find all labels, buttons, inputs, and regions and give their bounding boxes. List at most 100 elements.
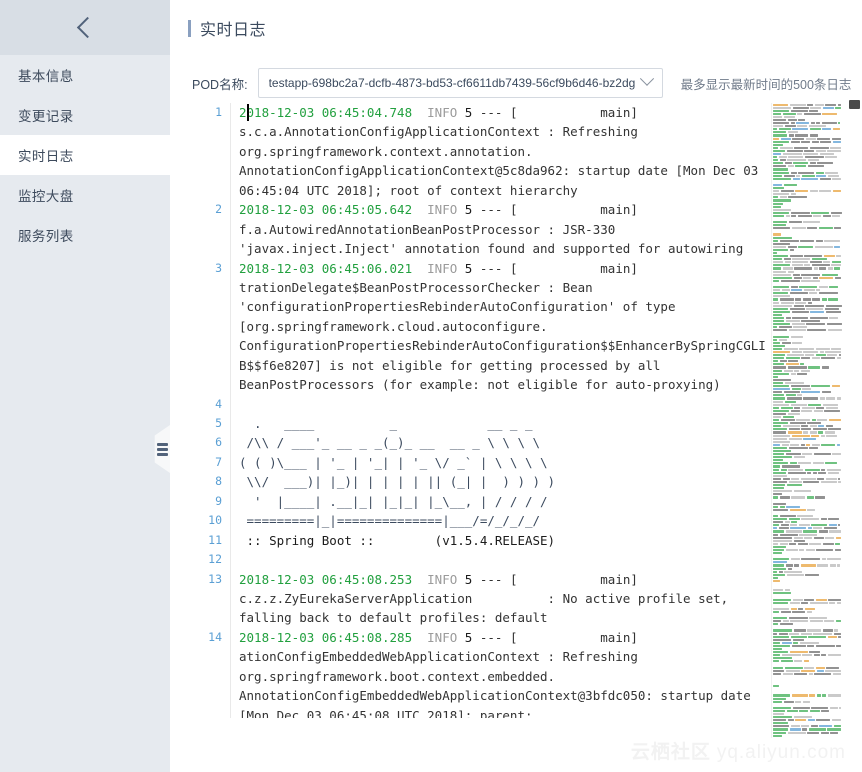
minimap-token <box>794 369 799 372</box>
line-number <box>192 608 222 627</box>
log-editor[interactable]: 1 2 3 4 5 6 7 8 9 10 11 12 13 14 2018-12-03 06:45… <box>192 103 862 718</box>
minimap-token <box>785 564 793 567</box>
minimap-token <box>783 183 797 187</box>
minimap-token <box>809 542 821 545</box>
minimap-token <box>787 719 794 722</box>
minimap-token <box>783 347 798 350</box>
log-line: ' |____| .__|_| |_|_| |_\__, | / / / / <box>239 493 548 509</box>
log-line: B$$f6e8207] is not eligible for getting … <box>239 357 661 373</box>
scrollbar-thumb[interactable] <box>849 100 860 109</box>
minimap-token <box>773 335 789 338</box>
minimap-token <box>838 477 840 480</box>
line-number <box>192 142 222 161</box>
sidebar-item-monitoring-dashboard[interactable]: 监控大盘 <box>0 175 170 215</box>
minimap-token <box>802 453 812 456</box>
minimap-token <box>773 431 786 434</box>
minimap-token <box>786 505 800 508</box>
minimap-token <box>793 716 812 719</box>
minimap-token <box>834 267 840 270</box>
minimap-token <box>821 122 837 125</box>
minimap-token <box>800 369 810 372</box>
minimap-token <box>773 484 785 487</box>
minimap-token <box>832 672 841 675</box>
minimap-token <box>788 221 802 224</box>
minimap-token <box>773 125 783 128</box>
minimap-token <box>824 620 834 623</box>
line-number: 11 <box>208 532 222 547</box>
minimap-token <box>829 601 835 604</box>
minimap-token <box>829 286 838 289</box>
sidebar-item-realtime-logs[interactable]: 实时日志 <box>0 135 170 175</box>
minimap-token <box>773 320 784 323</box>
minimap-token <box>831 385 840 388</box>
minimap-token <box>807 719 815 722</box>
minimap-token <box>827 354 837 357</box>
minimap-token <box>813 409 823 412</box>
text-cursor <box>247 104 249 121</box>
minimap-token <box>773 716 792 719</box>
sidebar-item-service-list[interactable]: 服务列表 <box>0 215 170 255</box>
minimap-token <box>816 122 820 125</box>
minimap-token <box>788 156 803 159</box>
minimap-token <box>790 607 797 610</box>
minimap-token <box>792 177 800 180</box>
minimap-token <box>809 601 828 604</box>
minimap-token <box>824 409 840 412</box>
log-line: AnnotationConfigEmbeddedWebApplicationCo… <box>239 688 751 704</box>
title-accent-bar <box>188 19 191 37</box>
minimap-token <box>773 286 789 289</box>
minimap-token <box>773 453 784 456</box>
minimap-token <box>819 177 831 180</box>
minimap-token <box>782 153 802 156</box>
minimap-token <box>838 354 841 357</box>
minimap-token <box>823 255 835 258</box>
minimap-token <box>799 533 817 536</box>
pod-select[interactable]: testapp-698bc2a7-dcfb-4873-bd53-cf6611db… <box>257 68 663 98</box>
minimap-token <box>773 530 784 533</box>
minimap-token <box>773 505 778 508</box>
minimap-token <box>784 400 796 403</box>
line-number: 7 <box>215 454 222 469</box>
line-number: 5 <box>215 416 222 430</box>
minimap-token <box>809 109 818 112</box>
minimap-token <box>773 471 786 474</box>
minimap-token <box>791 477 799 480</box>
minimap-token <box>794 146 808 149</box>
minimap-token <box>803 530 817 533</box>
minimap-token <box>773 208 791 211</box>
minimap-token <box>814 245 833 248</box>
minimap-token <box>790 109 808 112</box>
line-number <box>192 647 222 666</box>
line-number: 1 <box>215 105 222 119</box>
minimap-token <box>780 406 793 409</box>
minimap-token <box>773 403 789 406</box>
minimap-token <box>790 443 799 446</box>
sidebar-item-basic-info[interactable]: 基本信息 <box>0 55 170 95</box>
minimap-token <box>773 307 788 310</box>
minimap-token <box>820 140 831 143</box>
minimap-token <box>828 419 841 422</box>
code-minimap[interactable] <box>771 103 848 738</box>
minimap-token <box>801 320 820 323</box>
log-code-area[interactable]: 2018-12-03 06:45:04.748 INFO 5 --- [ mai… <box>230 103 862 718</box>
log-level: INFO <box>427 105 458 120</box>
sidebar-item-label: 服务列表 <box>18 229 74 244</box>
minimap-token <box>835 542 840 545</box>
minimap-token <box>809 134 818 137</box>
panel-resize-handle[interactable] <box>154 425 170 473</box>
minimap-token <box>812 298 820 301</box>
log-line: ConfigurationPropertiesRebinderAutoConfi… <box>239 338 766 354</box>
minimap-token <box>789 651 808 654</box>
minimap-token <box>806 610 812 613</box>
line-number: 12 <box>208 552 222 567</box>
sidebar-item-change-history[interactable]: 变更记录 <box>0 95 170 135</box>
minimap-token <box>773 245 786 248</box>
minimap-token <box>817 419 827 422</box>
minimap-token <box>789 508 806 511</box>
sidebar-collapse-button[interactable] <box>0 0 170 55</box>
minimap-token <box>773 146 778 149</box>
minimap-token <box>833 632 841 635</box>
minimap-token <box>794 672 807 675</box>
minimap-token <box>802 298 811 301</box>
minimap-token <box>803 437 816 440</box>
